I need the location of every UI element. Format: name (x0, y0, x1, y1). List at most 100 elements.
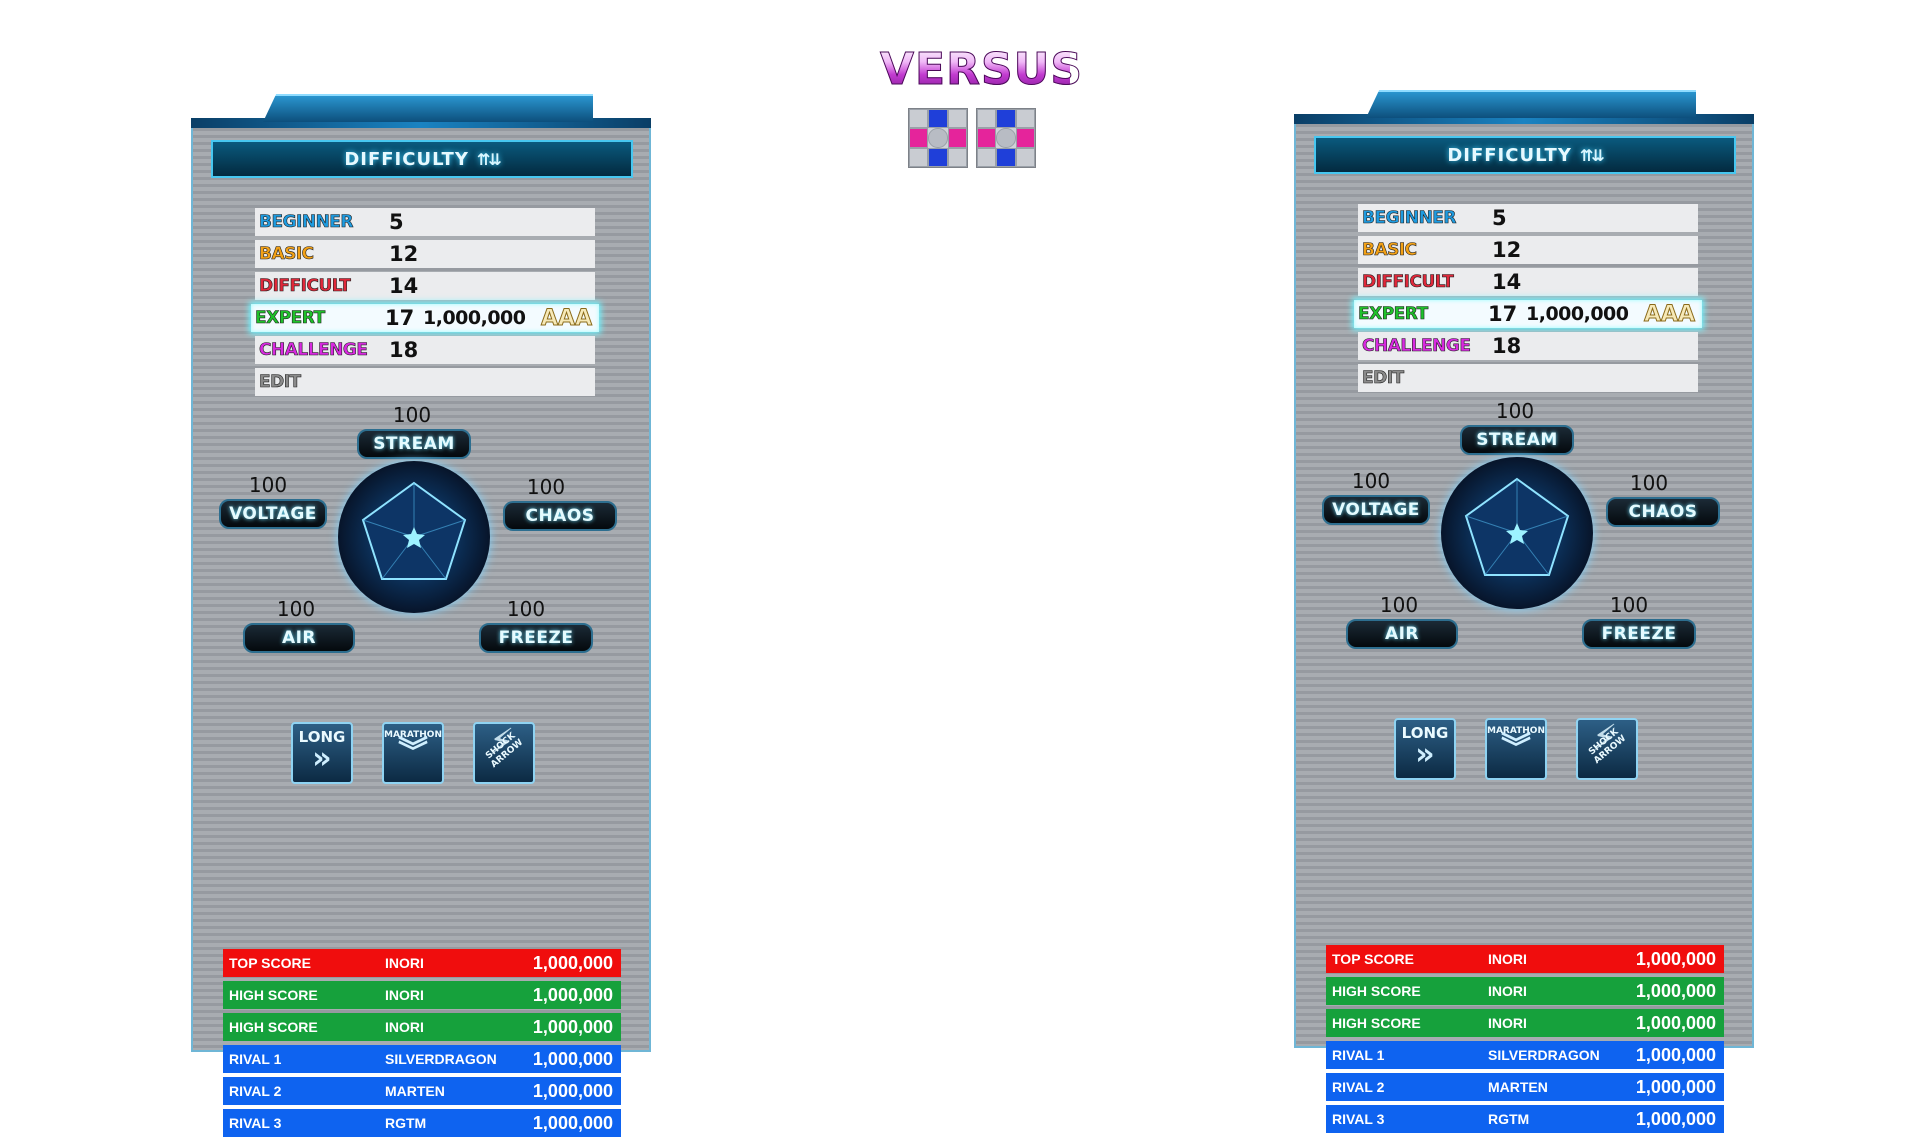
difficulty-row-challenge[interactable]: CHALLENGE 18 (255, 336, 595, 364)
difficulty-row-expert[interactable]: EXPERT 17 1,000,000 AAA (251, 304, 599, 332)
difficulty-list: BEGINNER 5 BASIC 12 DIFFICULT 14 EXPERT 17 1,000… (251, 208, 599, 400)
voltage-value: 100 (248, 473, 288, 497)
score-row: RIVAL 1 SILVERDRAGON 1,000,000 (223, 1045, 621, 1073)
difficulty-row-difficult[interactable]: DIFFICULT 14 (1358, 268, 1698, 296)
air-value: 100 (1379, 593, 1419, 617)
score-list: TOP SCORE INORI 1,000,000 HIGH SCORE INORI 1,… (1326, 945, 1724, 1137)
score-row: RIVAL 3 RGTM 1,000,000 (1326, 1105, 1724, 1133)
difficulty-level: 17 (1488, 302, 1518, 326)
chaos-value: 100 (526, 475, 566, 499)
difficulty-row-challenge[interactable]: CHALLENGE 18 (1358, 332, 1698, 360)
score-type: HIGH SCORE (229, 1019, 318, 1035)
marathon-option-icon: MARATHON ︾ (1485, 718, 1547, 780)
difficulty-list: BEGINNER 5 BASIC 12 DIFFICULT 14 EXPERT 17 1,000… (1354, 204, 1702, 396)
player-name: RGTM (385, 1115, 427, 1131)
player-name: INORI (385, 987, 424, 1003)
player-name: SILVERDRAGON (385, 1051, 497, 1067)
score-row: RIVAL 3 RGTM 1,000,000 (223, 1109, 621, 1137)
difficulty-row-beginner[interactable]: BEGINNER 5 (1358, 204, 1698, 232)
score-type: RIVAL 3 (1332, 1111, 1385, 1127)
difficulty-header: DIFFICULTY (1447, 144, 1572, 166)
difficulty-header: DIFFICULTY (344, 148, 469, 170)
score-row: TOP SCORE INORI 1,000,000 (223, 949, 621, 977)
chaos-label: CHAOS (503, 501, 617, 531)
score-value: 1,000,000 (1635, 1012, 1716, 1033)
long-chevron-icon: » (1415, 737, 1435, 772)
difficulty-row-difficult[interactable]: DIFFICULT 14 (255, 272, 595, 300)
difficulty-name: EDIT (1362, 368, 1405, 389)
double-arrows-icon: ⇈⇊ (476, 149, 502, 169)
chaos-value: 100 (1629, 471, 1669, 495)
chaos-label: CHAOS (1606, 497, 1720, 527)
long-option-icon: LONG » (291, 722, 353, 784)
difficulty-name: EXPERT (1358, 304, 1429, 325)
difficulty-name: BEGINNER (259, 212, 354, 233)
player-name: INORI (1488, 1015, 1527, 1031)
player-1-panel: DIFFICULTY ⇈⇊ BEGINNER 5 BASIC 12 DIFFICULT 1… (191, 94, 651, 1137)
score-type: RIVAL 3 (229, 1115, 282, 1131)
score-type: TOP SCORE (229, 955, 311, 971)
player-name: INORI (1488, 983, 1527, 999)
stream-value: 100 (1495, 399, 1535, 423)
score-value: 1,000,000 (1635, 1108, 1716, 1129)
score-type: RIVAL 2 (229, 1083, 282, 1099)
versus-title: VERSUS (880, 44, 1084, 96)
score-value: 1,000,000 (532, 1112, 613, 1133)
score-row: RIVAL 2 MARTEN 1,000,000 (223, 1077, 621, 1105)
difficulty-level: 18 (1492, 334, 1522, 358)
score-value: 1,000,000 (1635, 948, 1716, 969)
shock-arrow-option-icon: ⚡ SHOCK ARROW (1576, 718, 1638, 780)
difficulty-name: DIFFICULT (259, 276, 351, 297)
score-type: TOP SCORE (1332, 951, 1414, 967)
score-row: RIVAL 2 MARTEN 1,000,000 (1326, 1073, 1724, 1101)
dance-pad-icon (976, 108, 1036, 168)
grade-badge: AAA (1643, 301, 1696, 327)
difficulty-row-expert[interactable]: EXPERT 17 1,000,000 AAA (1354, 300, 1702, 328)
difficulty-level: 17 (385, 306, 415, 330)
difficulty-name: BASIC (259, 244, 315, 265)
score-value: 1,000,000 (532, 1048, 613, 1069)
score-row: TOP SCORE INORI 1,000,000 (1326, 945, 1724, 973)
freeze-value: 100 (506, 597, 546, 621)
score-row: HIGH SCORE INORI 1,000,000 (223, 1013, 621, 1041)
difficulty-level: 14 (389, 274, 419, 298)
difficulty-row-edit[interactable]: EDIT (1358, 364, 1698, 392)
double-arrows-icon: ⇈⇊ (1579, 145, 1605, 165)
difficulty-level: 5 (1492, 206, 1507, 230)
difficulty-name: DIFFICULT (1362, 272, 1454, 293)
difficulty-row-basic[interactable]: BASIC 12 (1358, 236, 1698, 264)
score-row: HIGH SCORE INORI 1,000,000 (1326, 977, 1724, 1005)
score-type: RIVAL 2 (1332, 1079, 1385, 1095)
voltage-label: VOLTAGE (1322, 495, 1430, 525)
difficulty-level: 18 (389, 338, 419, 362)
pentagon-radar-icon (361, 481, 467, 580)
score-row: HIGH SCORE INORI 1,000,000 (1326, 1009, 1724, 1037)
player-name: MARTEN (385, 1083, 445, 1099)
player-name: INORI (385, 955, 424, 971)
air-label: AIR (1346, 619, 1458, 649)
difficulty-level: 14 (1492, 270, 1522, 294)
player-name: MARTEN (1488, 1079, 1548, 1095)
difficulty-row-basic[interactable]: BASIC 12 (255, 240, 595, 268)
stream-value: 100 (392, 403, 432, 427)
difficulty-score: 1,000,000 (423, 307, 526, 329)
score-value: 1,000,000 (532, 1016, 613, 1037)
shock-arrow-option-icon: ⚡ SHOCK ARROW (473, 722, 535, 784)
difficulty-name: BASIC (1362, 240, 1418, 261)
difficulty-score: 1,000,000 (1526, 303, 1629, 325)
score-row: HIGH SCORE INORI 1,000,000 (223, 981, 621, 1009)
difficulty-row-beginner[interactable]: BEGINNER 5 (255, 208, 595, 236)
groove-radar: 100 STREAM 100 VOLTAGE 100 CHAOS 100 AIR… (193, 399, 649, 653)
score-value: 1,000,000 (1635, 980, 1716, 1001)
player-name: SILVERDRAGON (1488, 1047, 1600, 1063)
difficulty-name: CHALLENGE (259, 340, 369, 361)
difficulty-row-edit[interactable]: EDIT (255, 368, 595, 396)
difficulty-name: CHALLENGE (1362, 336, 1472, 357)
player-2-panel: DIFFICULTY ⇈⇊ BEGINNER 5 BASIC 12 DIFFICULT 1… (1294, 90, 1754, 1133)
score-type: HIGH SCORE (229, 987, 318, 1003)
panel-top-cap (263, 94, 593, 122)
air-label: AIR (243, 623, 355, 653)
difficulty-level: 12 (1492, 238, 1522, 262)
air-value: 100 (276, 597, 316, 621)
freeze-label: FREEZE (479, 623, 593, 653)
